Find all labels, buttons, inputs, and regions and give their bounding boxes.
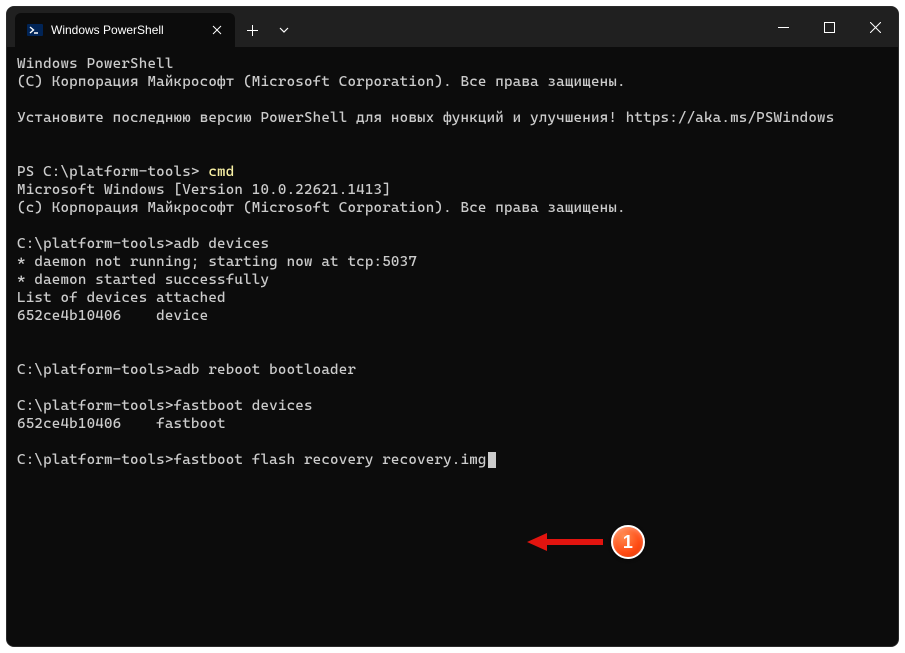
powershell-icon <box>27 22 43 38</box>
terminal-prompt: PS C:\platform-tools> <box>17 164 208 180</box>
titlebar: Windows PowerShell <box>7 7 898 47</box>
close-button[interactable] <box>852 7 898 47</box>
tab-close-button[interactable] <box>207 20 227 40</box>
terminal-body[interactable]: Windows PowerShell (C) Корпорация Майкро… <box>7 47 898 646</box>
terminal-line: C:\platform-tools>fastboot flash recover… <box>17 452 487 468</box>
new-tab-button[interactable] <box>235 13 269 47</box>
maximize-button[interactable] <box>806 7 852 47</box>
terminal-line: Windows PowerShell <box>17 56 174 72</box>
terminal-command: cmd <box>208 164 234 180</box>
minimize-button[interactable] <box>760 7 806 47</box>
tab-powershell[interactable]: Windows PowerShell <box>15 13 235 47</box>
titlebar-drag-area[interactable] <box>299 7 760 47</box>
terminal-line: * daemon not running; starting now at tc… <box>17 254 417 270</box>
annotation-badge: 1 <box>611 525 645 559</box>
terminal-line: * daemon started successfully <box>17 272 269 288</box>
terminal-line: C:\platform-tools>fastboot devices <box>17 398 313 414</box>
terminal-line: C:\platform-tools>adb reboot bootloader <box>17 362 356 378</box>
terminal-line: C:\platform-tools>adb devices <box>17 236 269 252</box>
tab-dropdown-button[interactable] <box>269 13 299 47</box>
terminal-window: Windows PowerShell Windows PowerShell (C… <box>6 6 899 647</box>
terminal-line: Установите последнюю версию PowerShell д… <box>17 110 834 126</box>
terminal-line: 652ce4b10406 fastboot <box>17 416 226 432</box>
terminal-line: (c) Корпорация Майкрософт (Microsoft Cor… <box>17 200 626 216</box>
terminal-line: (C) Корпорация Майкрософт (Microsoft Cor… <box>17 74 626 90</box>
annotation-callout: 1 <box>527 525 645 559</box>
tab-title: Windows PowerShell <box>51 23 199 37</box>
terminal-line: Microsoft Windows [Version 10.0.22621.14… <box>17 182 391 198</box>
text-cursor <box>488 452 496 468</box>
terminal-line: List of devices attached <box>17 290 226 306</box>
arrow-icon <box>527 530 605 554</box>
terminal-line: 652ce4b10406 device <box>17 308 208 324</box>
